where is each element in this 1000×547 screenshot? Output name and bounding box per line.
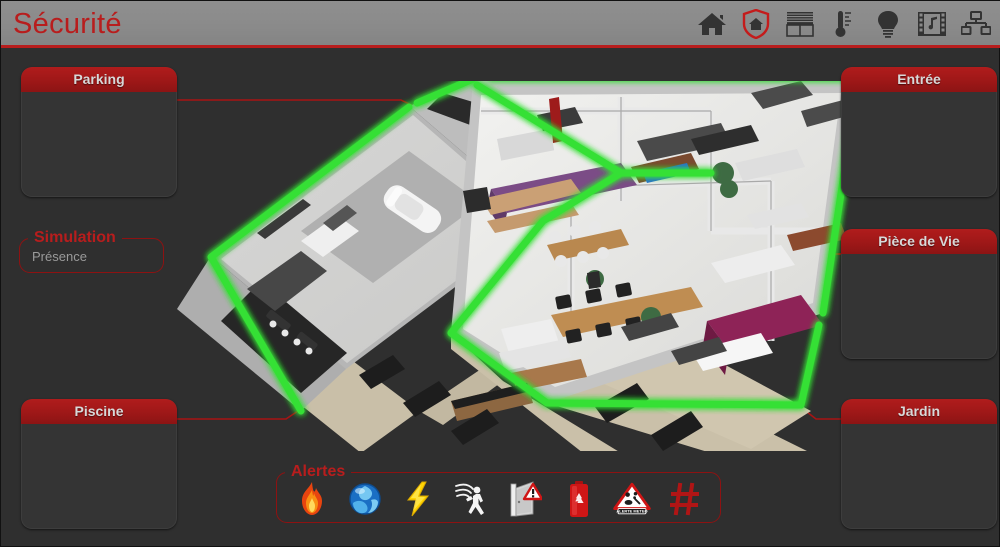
alertes-icon-row: ALERTE METEO [277, 479, 720, 519]
zone-panel-piece-de-vie[interactable]: Pièce de Vie [841, 229, 997, 359]
zone-panel-title: Pièce de Vie [841, 229, 997, 254]
network-icon[interactable] [959, 6, 993, 42]
zone-panel-body [21, 92, 177, 197]
fire-alert-icon[interactable] [292, 479, 332, 519]
zone-panel-parking[interactable]: Parking [21, 67, 177, 197]
door-alert-icon[interactable] [505, 479, 545, 519]
water-alert-icon[interactable] [345, 479, 385, 519]
weather-alert-icon[interactable]: ALERTE METEO [612, 479, 652, 519]
alertes-group: Alertes ALERTE METEO [276, 463, 721, 523]
grid-alert-icon[interactable] [665, 479, 705, 519]
simulation-group: Simulation Présence [19, 229, 164, 273]
zone-panel-jardin[interactable]: Jardin [841, 399, 997, 529]
app-header: Sécurité [1, 1, 1000, 48]
zone-panel-body [841, 92, 997, 197]
blinds-icon[interactable] [783, 6, 817, 42]
power-alert-icon[interactable] [398, 479, 438, 519]
home-icon[interactable] [695, 6, 729, 42]
zone-panel-body [21, 424, 177, 529]
zone-panel-title: Piscine [21, 399, 177, 424]
weather-alert-badge-text: ALERTE METEO [616, 509, 647, 514]
motion-alert-icon[interactable] [452, 479, 492, 519]
zone-panel-title: Entrée [841, 67, 997, 92]
shield-home-icon[interactable] [739, 6, 773, 42]
thermometer-icon[interactable] [827, 6, 861, 42]
simulation-presence-value[interactable]: Présence [20, 247, 163, 264]
main-toolbar[interactable] [695, 4, 993, 44]
zone-panel-piscine[interactable]: Piscine [21, 399, 177, 529]
security-screen: Sécurité Parking Piscine Entrée Pièce de… [0, 0, 1000, 547]
media-icon[interactable] [915, 6, 949, 42]
zone-panel-title: Parking [21, 67, 177, 92]
page-title: Sécurité [13, 8, 122, 40]
zone-panel-title: Jardin [841, 399, 997, 424]
zone-panel-entree[interactable]: Entrée [841, 67, 997, 197]
lightbulb-icon[interactable] [871, 6, 905, 42]
simulation-legend: Simulation [34, 229, 116, 246]
zone-panel-body [841, 424, 997, 529]
battery-alert-icon[interactable] [559, 479, 599, 519]
floor-plan-3d [177, 81, 851, 451]
zone-panel-body [841, 254, 997, 359]
